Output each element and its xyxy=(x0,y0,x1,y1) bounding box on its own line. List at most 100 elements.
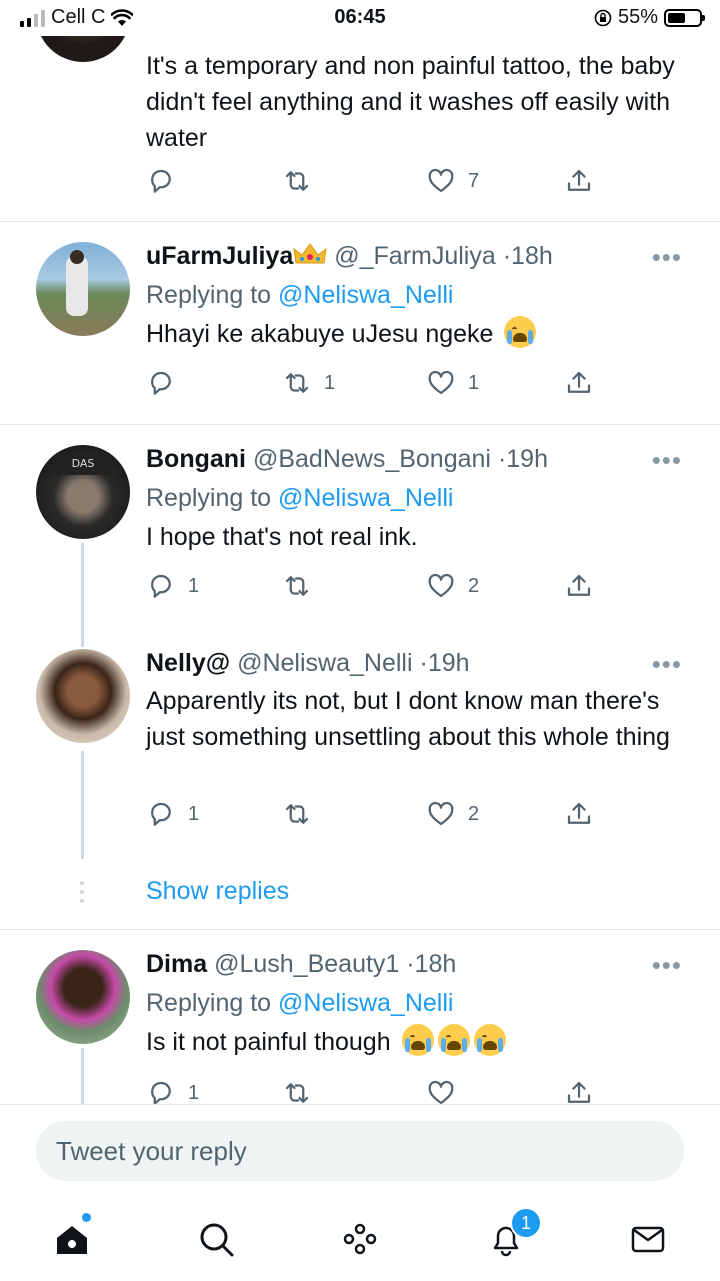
like-icon xyxy=(428,370,454,395)
tweet-text: Apparently its not, but I dont know man … xyxy=(146,687,670,751)
like-button[interactable]: 1 xyxy=(426,368,479,398)
avatar[interactable]: DAS xyxy=(36,445,130,539)
handle: @_FarmJuliya xyxy=(334,242,496,270)
like-button[interactable]: 7 xyxy=(426,166,479,196)
tab-bar: 1 xyxy=(0,1205,720,1281)
tweet[interactable]: uFarmJuliya @_FarmJuliya ·18h Replying t… xyxy=(0,222,720,425)
tweet-text: Hhayi ke akabuye uJesu ngeke xyxy=(146,316,690,352)
reply-count: 1 xyxy=(188,574,200,597)
reply-icon xyxy=(151,574,171,598)
spaces-icon xyxy=(343,1223,377,1255)
mention-link[interactable]: @Neliswa_Nelli xyxy=(278,281,453,309)
tweet-actions: 1 2 xyxy=(146,571,606,611)
timestamp: 18h xyxy=(511,242,553,270)
show-replies-link[interactable]: Show replies xyxy=(146,877,289,906)
battery-percent: 55% xyxy=(617,6,658,28)
replying-label: Replying to xyxy=(146,281,272,309)
tweet-text-content: Is it not painful though xyxy=(146,1028,391,1056)
like-count: 1 xyxy=(468,371,480,394)
tweet[interactable]: Dima @Lush_Beauty1 ·18h Replying to @Nel… xyxy=(0,930,720,1105)
like-count: 7 xyxy=(468,169,480,192)
retweet-icon xyxy=(285,373,309,393)
tweet-actions: 1 2 xyxy=(146,799,606,839)
tweet-header: uFarmJuliya @_FarmJuliya ·18h xyxy=(146,240,690,272)
retweet-count: 1 xyxy=(324,371,336,394)
separator: · xyxy=(406,950,415,978)
separator: · xyxy=(502,242,512,270)
timestamp: 19h xyxy=(427,649,470,677)
display-name[interactable]: Nelly@ xyxy=(146,649,230,677)
more-replies-dots xyxy=(80,881,84,908)
timestamp: 18h xyxy=(414,950,457,978)
orientation-lock-icon xyxy=(594,9,612,26)
reply-input[interactable]: Tweet your reply xyxy=(36,1121,684,1181)
share-button[interactable] xyxy=(564,799,594,829)
handle: @BadNews_Bongani xyxy=(252,445,491,473)
display-name[interactable]: Dima xyxy=(146,950,207,978)
display-name[interactable]: Bongani xyxy=(146,445,246,473)
replying-to: Replying to @Neliswa_Nelli xyxy=(146,481,690,515)
tweet-text-content: Hhayi ke akabuye uJesu ngeke xyxy=(146,320,494,348)
crying-emoji-icon xyxy=(504,316,537,348)
retweet-button[interactable] xyxy=(282,166,324,196)
tweet[interactable]: DAS Bongani @BadNews_Bongani ·19h Replyi… xyxy=(0,425,720,647)
reply-button[interactable] xyxy=(146,166,188,196)
tweet[interactable]: Nelly@ @Neliswa_Nelli ·19h Apparently it… xyxy=(0,647,720,928)
mention-link[interactable]: @Neliswa_Nelli xyxy=(278,484,453,512)
more-icon[interactable]: ••• xyxy=(652,242,682,273)
like-count: 2 xyxy=(468,802,480,825)
more-icon[interactable]: ••• xyxy=(652,649,682,680)
tab-messages[interactable] xyxy=(628,1219,668,1259)
avatar[interactable] xyxy=(36,950,130,1044)
like-button[interactable]: 2 xyxy=(426,571,479,601)
reply-count: 1 xyxy=(188,1081,200,1104)
notifications-badge: 1 xyxy=(510,1207,542,1239)
like-icon xyxy=(428,573,454,598)
handle: @Lush_Beauty1 xyxy=(214,950,400,978)
thread-line xyxy=(81,1048,84,1104)
crying-emoji-icon xyxy=(437,1024,470,1056)
like-button[interactable]: 2 xyxy=(426,799,479,829)
reply-count: 1 xyxy=(188,802,200,825)
retweet-icon xyxy=(285,171,309,191)
share-button[interactable] xyxy=(564,571,594,601)
tab-search[interactable] xyxy=(196,1219,236,1259)
retweet-button[interactable] xyxy=(282,571,324,601)
reply-icon xyxy=(151,371,171,395)
crying-emoji-icon xyxy=(401,1024,434,1056)
reply-button[interactable] xyxy=(146,368,188,398)
reply-icon xyxy=(151,802,171,826)
tweet-header: Bongani @BadNews_Bongani ·19h xyxy=(146,443,690,475)
replying-to: Replying to @Neliswa_Nelli xyxy=(146,986,690,1020)
share-button[interactable] xyxy=(564,368,594,398)
tweet-actions: 1 1 xyxy=(146,368,606,408)
thread-line xyxy=(81,543,84,647)
share-icon xyxy=(567,169,591,191)
tab-home[interactable] xyxy=(52,1213,92,1259)
share-icon xyxy=(567,574,591,596)
avatar[interactable] xyxy=(36,242,130,336)
mention-link[interactable]: @Neliswa_Nelli xyxy=(278,989,453,1017)
share-button[interactable] xyxy=(564,166,594,196)
like-icon xyxy=(428,168,454,193)
tab-spaces[interactable] xyxy=(340,1219,380,1259)
retweet-button[interactable]: 1 xyxy=(282,368,335,398)
retweet-icon xyxy=(285,576,309,596)
replying-to: Replying to @Neliswa_Nelli xyxy=(146,278,690,312)
status-bar: Cell C 06:45 55% xyxy=(0,0,720,36)
more-icon[interactable]: ••• xyxy=(652,950,682,981)
tab-notifications[interactable]: 1 xyxy=(486,1207,542,1259)
like-icon xyxy=(428,801,454,826)
retweet-button[interactable] xyxy=(282,799,324,829)
more-icon[interactable]: ••• xyxy=(652,445,682,476)
reply-button[interactable]: 1 xyxy=(146,799,199,829)
reply-button[interactable]: 1 xyxy=(146,571,199,601)
retweet-icon xyxy=(285,804,309,824)
share-icon xyxy=(567,802,591,824)
avatar[interactable] xyxy=(36,649,130,743)
reply-icon xyxy=(151,169,171,193)
display-name[interactable]: uFarmJuliya xyxy=(146,242,293,270)
timestamp: 19h xyxy=(506,445,548,473)
tweet-header: Dima @Lush_Beauty1 ·18h xyxy=(146,948,690,980)
crying-emoji-icon xyxy=(473,1024,506,1056)
